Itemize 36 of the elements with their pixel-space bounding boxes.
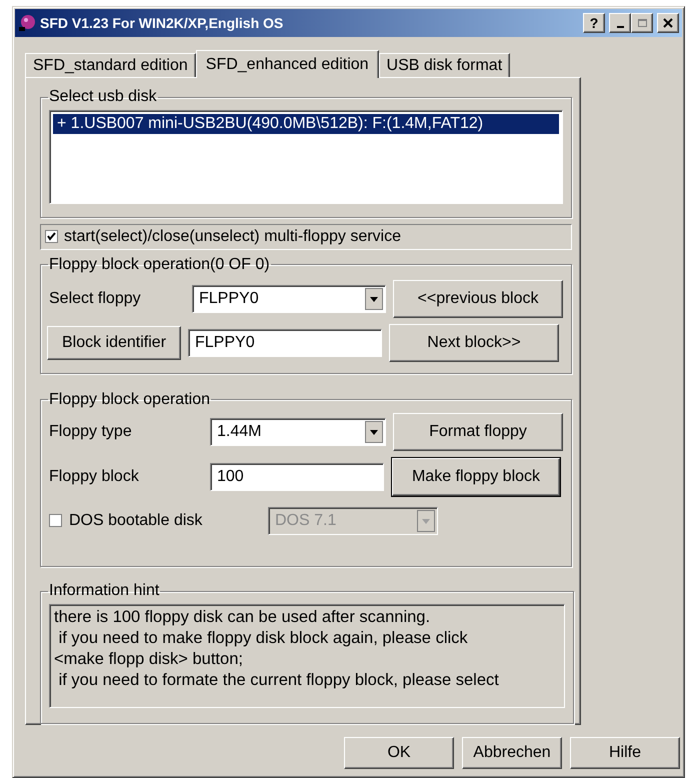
maximize-icon [636, 18, 648, 28]
floppy-dropdown[interactable]: FLPPY0 [192, 284, 386, 313]
checkbox-label: DOS bootable disk [69, 512, 204, 530]
ok-button[interactable]: OK [344, 737, 454, 769]
cancel-button[interactable]: Abbrechen [462, 737, 562, 769]
minimize-button[interactable] [609, 13, 631, 33]
help-button[interactable]: Hilfe [570, 737, 680, 769]
next-block-button[interactable]: Next block>> [389, 324, 559, 362]
previous-block-button[interactable]: <<previous block [393, 280, 563, 318]
help-button[interactable]: ? [583, 13, 605, 33]
information-text: there is 100 floppy disk can be used after scanning. if you need to make floppy disk block again, please click <make flopp disk> button; if you need to formate the current floppy block, please select [49, 604, 565, 708]
group-label: Floppy block operation [48, 390, 211, 409]
format-floppy-button[interactable]: Format floppy [393, 412, 563, 451]
checkbox-label: start(select)/close(unselect) multi-floppy service [64, 228, 401, 246]
unchecked-checkbox[interactable] [49, 514, 62, 528]
close-button[interactable] [657, 13, 679, 33]
group-label: Information hint [48, 582, 160, 600]
minimize-icon [616, 26, 624, 28]
field-label: Select floppy [49, 290, 142, 308]
field-label: Floppy block [49, 468, 140, 486]
block-identifier-button[interactable]: Block identifier [47, 326, 181, 360]
tab[interactable]: SFD_enhanced edition [196, 50, 379, 78]
window-title: SFD V1.23 For WIN2K/XP,English OS [40, 15, 284, 31]
group-label: Select usb disk [48, 88, 158, 106]
floppy-type-dropdown[interactable]: 1.44M [210, 418, 386, 446]
close-icon [663, 18, 673, 28]
input-field[interactable]: FLPPY0 [188, 328, 382, 357]
input-field[interactable]: 100 [210, 462, 384, 491]
usb-disk-item[interactable]: + 1.USB007 mini-USB2BU(490.0MB\512B): F:(1.4M,FAT12) [53, 114, 559, 134]
group-label: Floppy block operation(0 OF 0) [48, 256, 271, 274]
make-floppy-block-button[interactable]: Make floppy block [391, 456, 561, 497]
field-label: Floppy type [49, 422, 133, 441]
app-icon [18, 14, 36, 32]
tab[interactable]: USB disk format [378, 53, 510, 77]
checked-checkbox[interactable] [45, 230, 58, 244]
tab[interactable]: SFD_standard edition [25, 53, 196, 77]
